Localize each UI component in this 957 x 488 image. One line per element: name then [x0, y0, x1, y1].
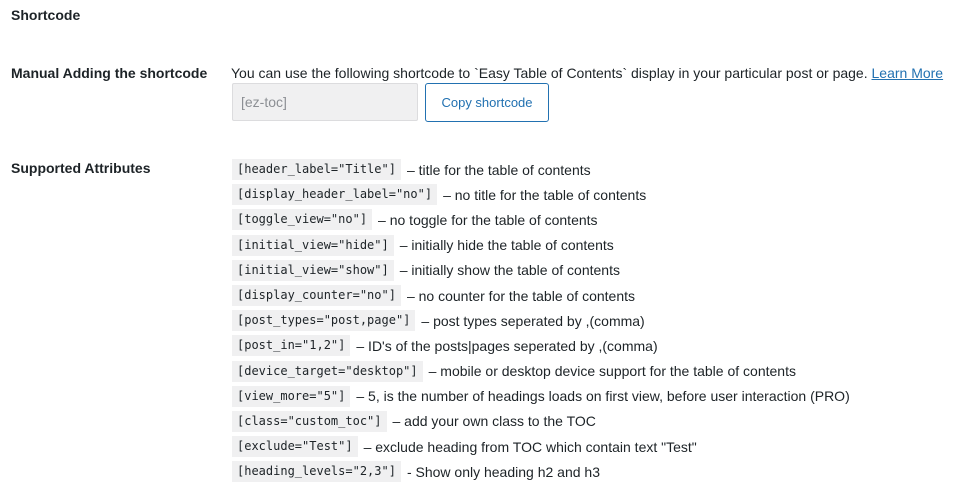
attribute-description: – post types seperated by ,(comma) [421, 312, 645, 329]
supported-attributes-label: Supported Attributes [11, 160, 151, 176]
attribute-description: – no counter for the table of contents [406, 287, 635, 304]
attribute-item: [view_more="5"] – 5, is the number of hea… [232, 384, 850, 409]
attribute-item: [toggle_view="no"] – no toggle for the ta… [232, 207, 850, 232]
attribute-item: [initial_view="show"] – initially show th… [232, 258, 850, 283]
attribute-item: [post_in="1,2"] – ID's of the posts|pages… [232, 333, 850, 358]
attribute-item: [display_header_label="no"] – no title fo… [232, 182, 850, 207]
attribute-item: [device_target="desktop"] – mobile or des… [232, 359, 850, 384]
attribute-code: [toggle_view="no"] [232, 209, 373, 231]
attribute-code: [display_header_label="no"] [232, 184, 438, 206]
attribute-description: – no toggle for the table of contents [378, 211, 598, 228]
attribute-description: – title for the table of contents [406, 161, 591, 178]
attribute-item: [heading_levels="2,3"] - Show only headin… [232, 459, 850, 484]
attribute-code: [initial_view="hide"] [232, 234, 394, 256]
attribute-description: – ID's of the posts|pages seperated by ,… [356, 337, 658, 354]
attribute-code: [display_counter="no"] [232, 285, 401, 307]
attribute-code: [device_target="desktop"] [232, 360, 423, 382]
attribute-item: [post_types="post,page"] – post types sep… [232, 308, 850, 333]
attribute-description: – initially hide the table of contents [399, 237, 614, 254]
attribute-description: – initially show the table of contents [399, 262, 620, 279]
attribute-description: – no title for the table of contents [443, 186, 647, 203]
attribute-item: [header_label="Title"] – title for the ta… [232, 157, 850, 182]
attribute-item: [exclude="Test"] – exclude heading from T… [232, 434, 850, 459]
attribute-item: [display_counter="no"] – no counter for t… [232, 283, 850, 308]
learn-more-link[interactable]: Learn More [872, 65, 944, 81]
attribute-code: [header_label="Title"] [232, 159, 401, 181]
attribute-code: [initial_view="show"] [232, 259, 394, 281]
attribute-code: [post_in="1,2"] [232, 335, 351, 357]
attribute-code: [class="custom_toc"] [232, 410, 387, 432]
manual-shortcode-description: You can use the following shortcode to `… [231, 64, 943, 82]
attribute-item: [initial_view="hide"] – initially hide th… [232, 233, 850, 258]
attribute-code: [view_more="5"] [232, 385, 351, 407]
shortcode-input[interactable] [232, 83, 418, 121]
attribute-description: – mobile or desktop device support for t… [428, 363, 796, 380]
manual-description-text: You can use the following shortcode to `… [231, 65, 868, 81]
supported-attributes-list: [header_label="Title"] – title for the ta… [232, 157, 850, 484]
section-title: Shortcode [11, 7, 81, 23]
attribute-description: – add your own class to the TOC [392, 413, 596, 430]
attribute-code: [exclude="Test"] [232, 436, 358, 458]
attribute-description: – exclude heading from TOC which contain… [363, 438, 697, 455]
attribute-description: – 5, is the number of headings loads on … [356, 388, 850, 405]
manual-shortcode-label: Manual Adding the shortcode [11, 65, 208, 81]
attribute-code: [post_types="post,page"] [232, 310, 416, 332]
attribute-item: [class="custom_toc"] – add your own class… [232, 409, 850, 434]
attribute-code: [heading_levels="2,3"] [232, 461, 401, 483]
copy-shortcode-button[interactable]: Copy shortcode [425, 83, 549, 122]
attribute-description: - Show only heading h2 and h3 [406, 463, 600, 480]
